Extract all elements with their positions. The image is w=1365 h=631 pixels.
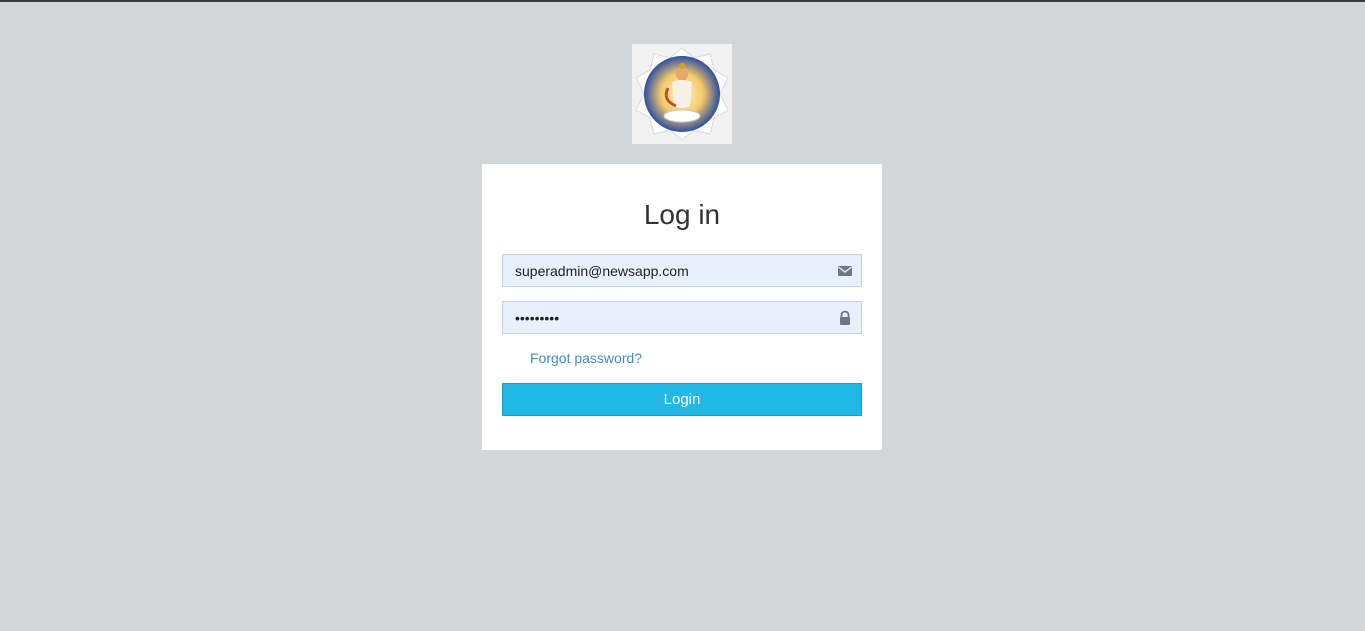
top-border [0,0,1365,2]
password-field-wrapper [502,301,862,334]
password-field[interactable] [503,302,835,333]
forgot-password-link[interactable]: Forgot password? [530,349,642,367]
logo [632,44,732,144]
lock-icon [840,310,850,325]
envelope-icon [838,266,852,276]
email-field[interactable] [503,255,835,286]
deity-emblem-logo [635,47,729,141]
login-card: Log in Forgot password? Login [482,164,882,450]
page-title: Log in [643,199,721,230]
email-field-wrapper [502,254,862,287]
login-button[interactable]: Login [502,383,862,416]
